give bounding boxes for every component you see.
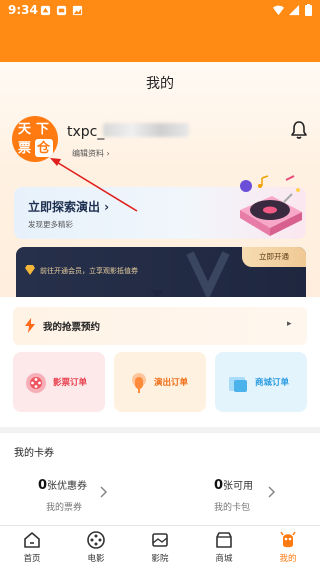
cards-title: 我的卡券 — [14, 448, 54, 459]
wifi-icon — [273, 5, 284, 15]
tab-label: 首页 — [23, 554, 41, 564]
tab-label: 电影 — [87, 554, 105, 564]
open-membership-button[interactable]: 立即开通 — [242, 247, 306, 267]
cardbag-label: 我的卡包 — [214, 503, 251, 513]
avatar[interactable]: 天 下 票 仓 — [12, 116, 58, 162]
coupon-count[interactable]: 0张优惠券 — [38, 477, 87, 493]
status-bar: 9:34 — [0, 0, 320, 22]
page-title: 我的 — [146, 76, 174, 92]
card-count[interactable]: 0张可用 — [214, 477, 253, 493]
cinema-screen-icon — [152, 533, 168, 547]
mascot-icon — [280, 531, 296, 548]
tab-label: 我的 — [279, 554, 297, 564]
status-right — [273, 4, 312, 16]
microphone-icon — [132, 373, 146, 393]
card-unit: 张可用 — [223, 481, 254, 492]
vip-watermark-icon — [186, 251, 230, 297]
avatar-char: 天 — [18, 122, 32, 137]
image-icon — [72, 5, 83, 16]
chevron-right-icon: ▸ — [287, 319, 292, 329]
lightning-icon — [25, 318, 35, 333]
username: txpc_ — [67, 124, 105, 140]
turntable-illustration-icon — [240, 175, 302, 236]
battery-icon — [305, 4, 312, 16]
notification-icon — [40, 5, 51, 16]
bell-icon[interactable] — [289, 120, 309, 140]
order-label: 影票订单 — [53, 378, 88, 388]
shopping-bag-icon — [229, 377, 247, 392]
tab-movies[interactable]: 电影 — [64, 530, 128, 564]
tab-mall[interactable]: 商城 — [192, 530, 256, 564]
username-redacted — [103, 123, 189, 137]
bottom-tab-bar: 首页 电影 影院 商城 我的 — [0, 525, 320, 569]
coupon-number: 0 — [38, 478, 48, 493]
chevron-right-icon[interactable] — [268, 486, 276, 498]
avatar-char: 票 — [18, 141, 32, 156]
avatar-char: 下 — [36, 122, 50, 137]
show-orders-button[interactable]: 演出订单 — [114, 352, 206, 412]
edit-profile-link[interactable]: 编辑资料 › — [72, 148, 110, 159]
tab-home[interactable]: 首页 — [0, 530, 64, 564]
signal-icon — [289, 4, 300, 15]
movie-ticket-orders-button[interactable]: 影票订单 — [13, 352, 105, 412]
coupon-label: 我的票券 — [46, 503, 83, 513]
app-notification-icon — [56, 5, 67, 16]
order-label: 演出订单 — [154, 378, 189, 388]
tab-cinemas[interactable]: 影院 — [128, 530, 192, 564]
tab-me[interactable]: 我的 — [256, 530, 320, 564]
mall-orders-button[interactable]: 商城订单 — [215, 352, 307, 412]
avatar-char: 仓 — [37, 141, 51, 156]
membership-text: 前往开通会员，立享观影抵值券 — [40, 267, 138, 275]
coupon-unit: 张优惠券 — [47, 481, 88, 492]
card-number: 0 — [214, 478, 224, 493]
status-time: 9:34 — [8, 3, 38, 17]
store-icon — [216, 532, 232, 548]
explore-subtitle: 发现更多精彩 — [28, 220, 73, 229]
explore-title: 立即探索演出 › — [28, 200, 110, 214]
home-icon — [24, 532, 40, 548]
chevron-right-icon[interactable] — [100, 486, 108, 498]
order-label: 商城订单 — [255, 378, 290, 388]
ticket-booking-row[interactable]: 我的抢票预约 ▸ — [13, 307, 307, 345]
booking-label: 我的抢票预约 — [43, 322, 101, 333]
diamond-icon — [25, 265, 35, 275]
tab-label: 商城 — [215, 554, 233, 564]
film-reel-icon — [87, 531, 105, 549]
tab-label: 影院 — [151, 554, 169, 564]
film-reel-icon — [26, 373, 46, 393]
